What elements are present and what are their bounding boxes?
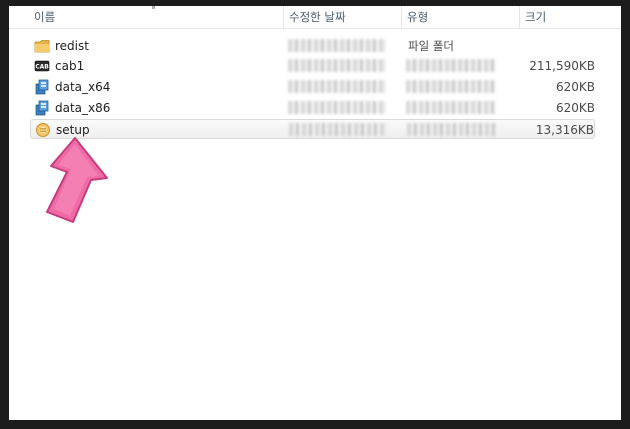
redacted-date <box>288 80 386 93</box>
redacted-type <box>407 123 497 136</box>
file-name: data_x64 <box>55 80 111 94</box>
file-row-setup[interactable]: setup 13,316KB <box>30 119 595 139</box>
redacted-date <box>289 123 387 136</box>
file-type: 파일 폴더 <box>408 39 454 53</box>
column-header-type[interactable]: 유형 <box>402 6 520 29</box>
file-name: redist <box>55 39 89 53</box>
installer-file-icon <box>35 100 49 116</box>
file-row-data-x86[interactable]: data_x86 620KB <box>30 98 595 118</box>
column-header-date-modified[interactable]: 수정한 날짜 <box>284 6 402 29</box>
folder-icon <box>34 40 50 53</box>
file-name: data_x86 <box>55 101 111 115</box>
cab-file-icon: CAB <box>34 60 50 72</box>
file-size: 211,590KB <box>529 59 595 73</box>
column-header-row: 이름 수정한 날짜 유형 크기 <box>9 6 621 29</box>
file-explorer-window: 이름 수정한 날짜 유형 크기 redist 파일 폴더 CAB cab1 21… <box>9 6 621 420</box>
svg-text:CAB: CAB <box>35 64 49 71</box>
redacted-type <box>406 80 496 93</box>
pink-pointer-arrow-icon <box>46 137 108 223</box>
file-row-cab1[interactable]: CAB cab1 211,590KB <box>30 56 595 76</box>
redacted-date <box>288 101 386 114</box>
redacted-date <box>288 59 386 72</box>
file-size: 620KB <box>555 80 595 94</box>
column-header-name[interactable]: 이름 <box>29 6 284 29</box>
file-row-redist[interactable]: redist 파일 폴더 <box>30 36 595 56</box>
file-name: cab1 <box>55 59 85 73</box>
redacted-date <box>288 39 386 52</box>
redacted-type <box>406 59 496 72</box>
installer-file-icon <box>35 79 49 95</box>
file-size: 13,316KB <box>535 123 594 137</box>
file-size: 620KB <box>555 101 595 115</box>
redacted-type <box>406 101 496 114</box>
column-header-size[interactable]: 크기 <box>520 6 600 29</box>
file-row-data-x64[interactable]: data_x64 620KB <box>30 77 595 97</box>
